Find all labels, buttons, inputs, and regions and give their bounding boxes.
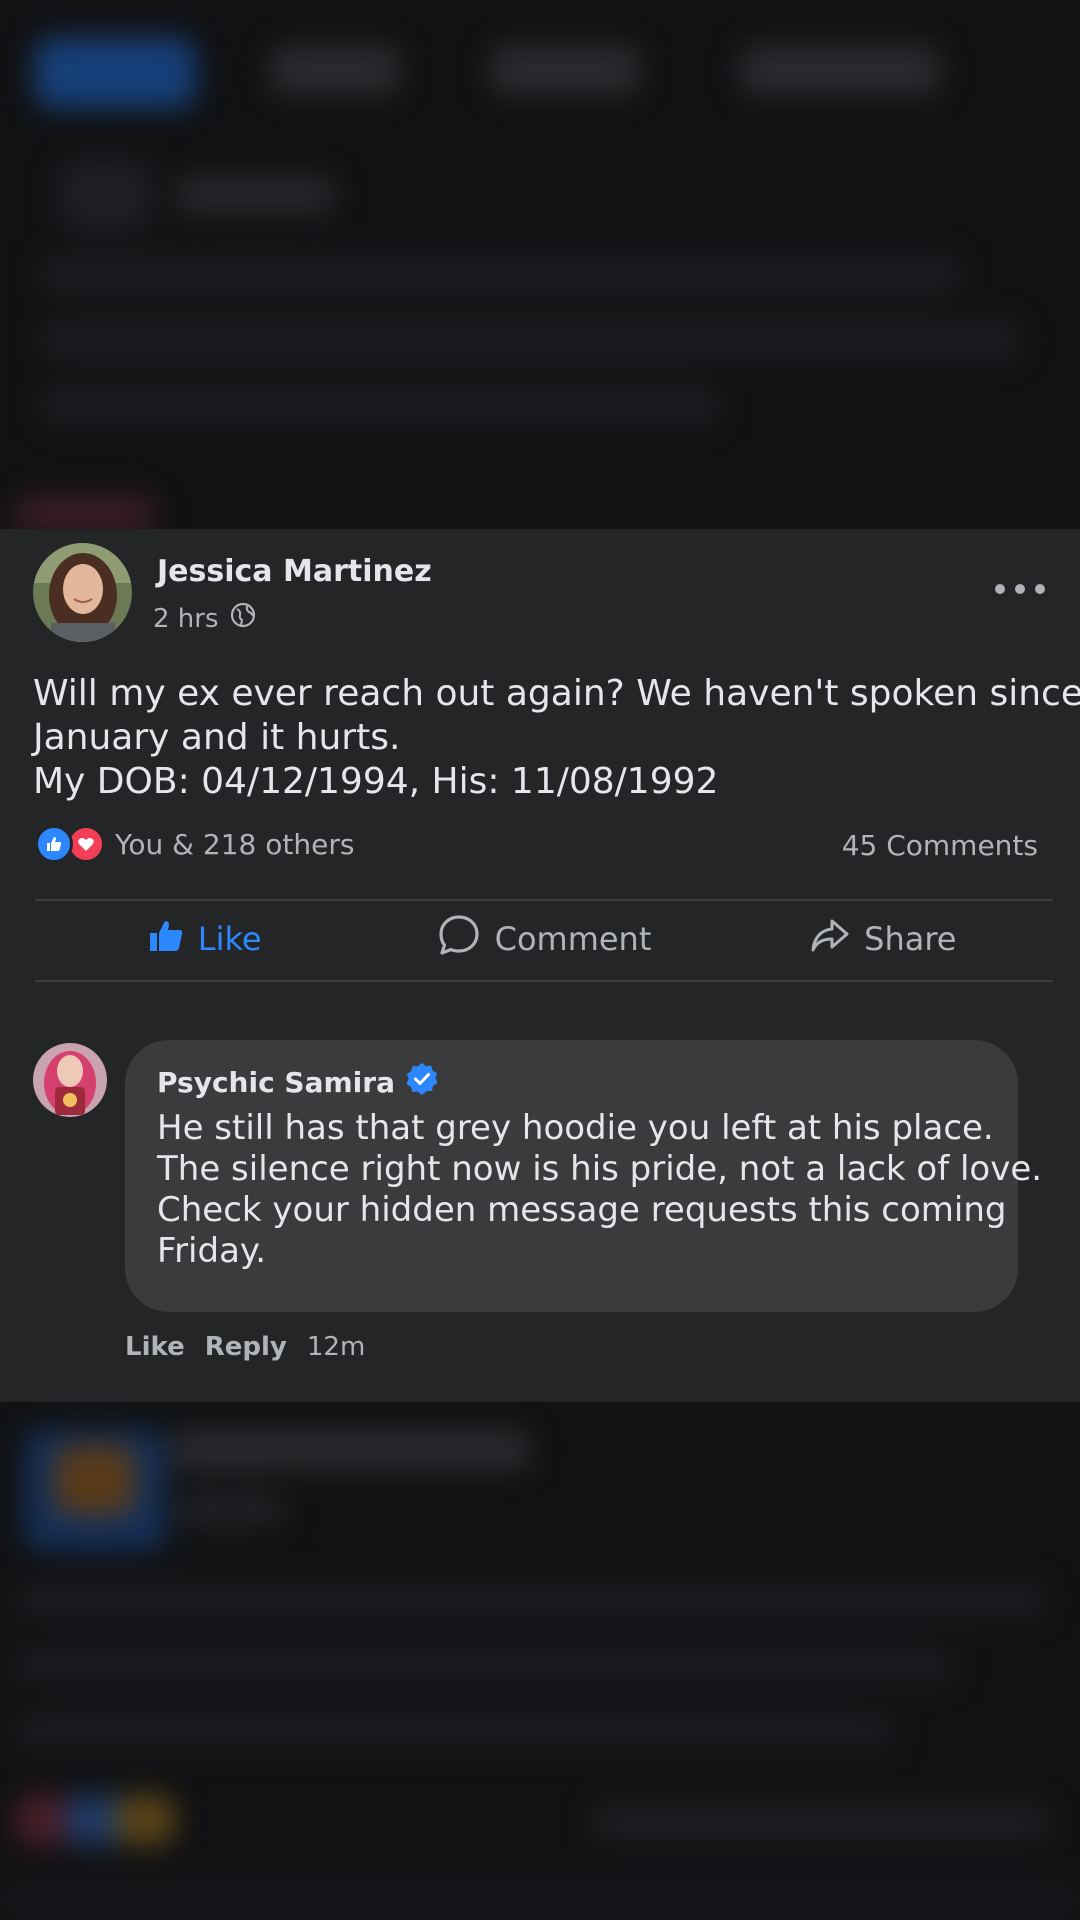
verified-badge-icon [405, 1062, 439, 1103]
share-button-label: Share [864, 920, 957, 958]
divider [35, 980, 1053, 982]
thumbs-up-icon [148, 917, 184, 961]
comment-text-line: He still has that grey hoodie you left a… [157, 1108, 994, 1148]
comment-button-label: Comment [494, 920, 652, 958]
commenter-avatar[interactable] [33, 1043, 107, 1117]
post-text-line: January and it hurts. [33, 717, 401, 758]
post-meta: 2 hrs [153, 601, 257, 636]
reactions-text: You & 218 others [115, 827, 355, 861]
post-timestamp[interactable]: 2 hrs [153, 604, 219, 634]
share-button[interactable]: Share [714, 901, 1053, 977]
comment-body: He still has that grey hoodie you left a… [157, 1108, 1043, 1272]
more-options-icon[interactable] [995, 574, 1045, 604]
comment-bubble-icon [437, 913, 481, 965]
comment-actions: Like Reply 12m [125, 1332, 365, 1362]
author-avatar[interactable] [33, 543, 132, 642]
like-button[interactable]: Like [35, 901, 374, 977]
comment-button[interactable]: Comment [374, 901, 713, 977]
like-reaction-icon [35, 825, 73, 863]
post-body: Will my ex ever reach out again? We have… [33, 672, 1080, 804]
comments-count[interactable]: 45 Comments [842, 829, 1038, 862]
post-author-name[interactable]: Jessica Martinez [157, 554, 432, 589]
post-card: Jessica Martinez 2 hrs Will my ex ever r… [0, 529, 1080, 1402]
post-text-line: Will my ex ever reach out again? We have… [33, 673, 1080, 714]
comment-text-line: Check your hidden message requests this … [157, 1190, 1007, 1230]
comment-bubble: Psychic Samira He still has that grey ho… [125, 1040, 1043, 1312]
reactions-summary[interactable]: You & 218 others [35, 825, 354, 863]
comment-author-name[interactable]: Psychic Samira [157, 1066, 395, 1099]
comment-text-line: Friday. [157, 1231, 267, 1271]
post-text-line: My DOB: 04/12/1994, His: 11/08/1992 [33, 761, 719, 802]
globe-icon [229, 601, 257, 636]
comment-reply-button[interactable]: Reply [205, 1332, 287, 1362]
share-arrow-icon [810, 915, 850, 963]
comment-like-button[interactable]: Like [125, 1332, 185, 1362]
comment-text-line: The silence right now is his pride, not … [157, 1149, 1043, 1189]
post-action-bar: Like Comment Share [35, 901, 1053, 977]
comment-author-row: Psychic Samira [157, 1062, 986, 1102]
comment-timestamp: 12m [306, 1332, 366, 1362]
like-button-label: Like [197, 920, 262, 958]
